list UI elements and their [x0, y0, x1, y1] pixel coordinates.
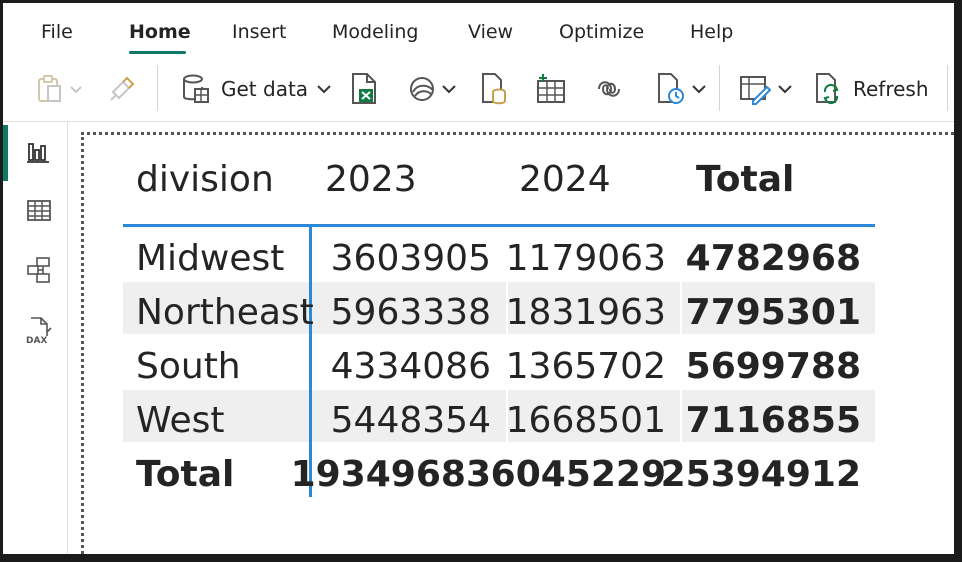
totals-label[interactable]: Total	[136, 457, 234, 493]
model-view-icon[interactable]	[25, 256, 53, 284]
ribbon-separator	[947, 65, 948, 111]
grand-total-cell[interactable]: 25394912	[661, 457, 861, 493]
view-switcher-rail: DAX	[3, 122, 68, 554]
refresh-label: Refresh	[853, 77, 929, 101]
value-cell[interactable]: 1179063	[506, 241, 666, 277]
row-total-cell[interactable]: 7116855	[686, 403, 861, 439]
menu-bar: File Home Insert Modeling View Optimize …	[3, 3, 954, 55]
window-frame	[0, 0, 962, 3]
tab-modeling[interactable]: Modeling	[332, 21, 418, 43]
column-header-2024[interactable]: 2024	[519, 162, 611, 198]
row-total-cell[interactable]: 5699788	[686, 349, 861, 385]
column-header-2023[interactable]: 2023	[325, 162, 417, 198]
onelake-hub-icon	[410, 77, 434, 101]
tab-file[interactable]: File	[41, 21, 73, 43]
column-header-total[interactable]: Total	[696, 162, 794, 198]
transform-data-icon	[740, 76, 771, 105]
chevron-down-icon	[778, 85, 792, 94]
row-header-cell[interactable]: South	[136, 349, 241, 385]
sql-server-button[interactable]	[479, 69, 509, 109]
column-header-division[interactable]: division	[136, 162, 274, 198]
tab-home[interactable]: Home	[129, 21, 191, 43]
value-cell[interactable]: 1365702	[506, 349, 666, 385]
value-cell[interactable]: 5448354	[331, 403, 491, 439]
window-frame	[954, 0, 962, 562]
ribbon-separator	[157, 65, 158, 111]
excel-workbook-icon	[352, 73, 376, 104]
window-frame	[0, 554, 962, 562]
sql-server-icon	[482, 73, 506, 105]
chevron-down-icon	[70, 86, 82, 94]
refresh-icon	[816, 73, 839, 105]
column-gap	[680, 282, 682, 334]
active-view-indicator	[3, 125, 8, 181]
value-cell[interactable]: 5963338	[331, 295, 491, 331]
ribbon-toolbar: Get data Refresh	[3, 55, 954, 122]
onelake-hub-button[interactable]	[407, 69, 457, 109]
refresh-button[interactable]: Refresh	[813, 69, 929, 109]
recent-sources-icon	[658, 73, 684, 104]
enter-data-button[interactable]	[535, 69, 567, 109]
row-total-cell[interactable]: 7795301	[686, 295, 861, 331]
tab-insert[interactable]: Insert	[232, 21, 287, 43]
row-total-cell[interactable]: 4782968	[686, 241, 861, 277]
enter-data-icon	[537, 74, 565, 103]
transform-data-button[interactable]	[739, 69, 793, 109]
value-cell[interactable]: 4334086	[331, 349, 491, 385]
get-data-icon	[183, 74, 209, 103]
header-separator-line	[123, 224, 875, 227]
column-gap	[680, 390, 682, 442]
format-painter-button[interactable]	[107, 69, 137, 109]
row-header-cell[interactable]: Northeast	[136, 295, 314, 331]
tab-help[interactable]: Help	[690, 21, 733, 43]
report-view-icon[interactable]	[25, 138, 53, 166]
chevron-down-icon	[692, 85, 706, 94]
paste-button[interactable]	[35, 69, 83, 109]
excel-workbook-button[interactable]	[349, 69, 379, 109]
get-data-button[interactable]: Get data	[181, 69, 332, 109]
active-tab-indicator	[129, 51, 186, 54]
value-cell[interactable]: 3603905	[331, 241, 491, 277]
row-header-cell[interactable]: West	[136, 403, 225, 439]
dataverse-icon	[598, 81, 620, 97]
tab-optimize[interactable]: Optimize	[559, 21, 644, 43]
recent-sources-button[interactable]	[655, 69, 707, 109]
svg-text:DAX: DAX	[26, 336, 47, 344]
column-total-cell[interactable]: 19349683	[291, 457, 491, 493]
table-view-icon[interactable]	[25, 196, 53, 224]
column-total-cell[interactable]: 6045229	[491, 457, 666, 493]
chevron-down-icon	[317, 85, 331, 94]
get-data-label: Get data	[221, 77, 309, 101]
row-header-cell[interactable]: Midwest	[136, 241, 284, 277]
format-painter-icon	[110, 76, 135, 101]
dax-query-view-icon[interactable]: DAX	[25, 316, 53, 346]
ribbon-separator	[719, 65, 720, 111]
dataverse-button[interactable]	[593, 69, 625, 109]
window-frame	[0, 0, 3, 562]
value-cell[interactable]: 1668501	[506, 403, 666, 439]
tab-view[interactable]: View	[468, 21, 513, 43]
chevron-down-icon	[442, 85, 456, 94]
paste-icon	[38, 75, 61, 102]
value-cell[interactable]: 1831963	[506, 295, 666, 331]
